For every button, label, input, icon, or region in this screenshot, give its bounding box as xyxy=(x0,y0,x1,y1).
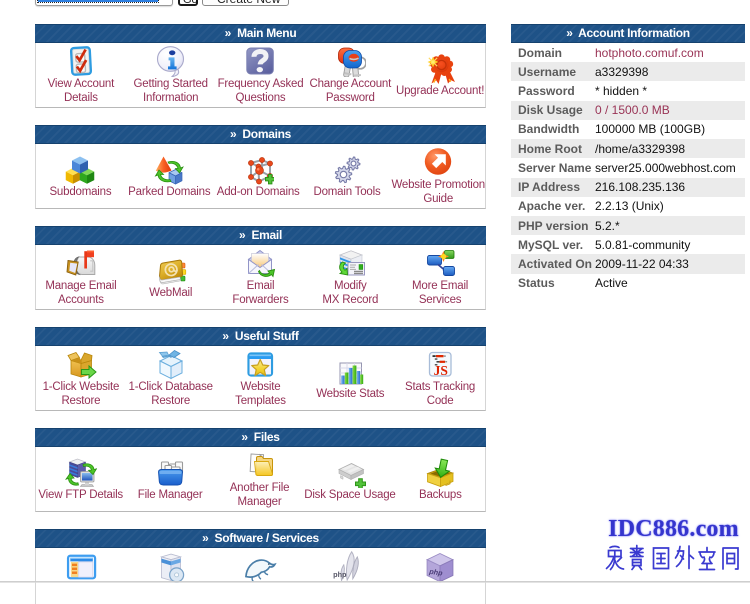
svg-text:php: php xyxy=(333,570,347,579)
svg-text:JS: JS xyxy=(434,363,448,378)
